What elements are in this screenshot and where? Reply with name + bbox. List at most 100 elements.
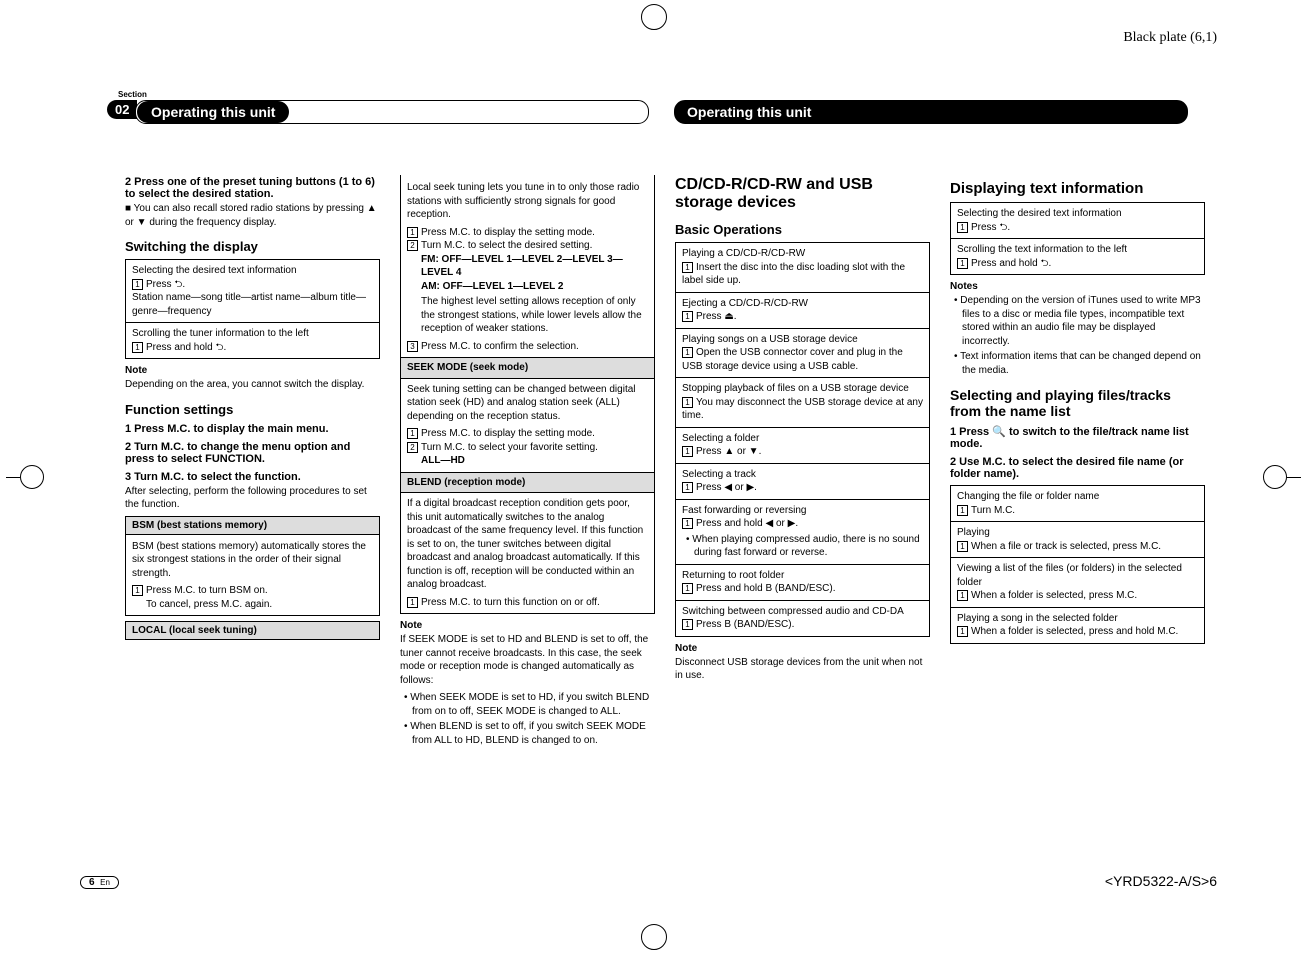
box-line: 1Press ⮌.	[957, 221, 1198, 235]
op-step: 1Press and hold ◀ or ▶.	[682, 517, 923, 531]
nl-title: Playing a song in the selected folder	[957, 612, 1198, 626]
nl-title: Playing	[957, 526, 1198, 540]
sp-step2: 2 Use M.C. to select the desired file na…	[950, 456, 1205, 480]
bsm-para: BSM (best stations memory) automatically…	[132, 540, 373, 581]
nl-step: 1Turn M.C.	[957, 504, 1198, 518]
op-step: 1Press ⏏.	[682, 310, 923, 324]
notes-bullet2: • Text information items that can be cha…	[950, 350, 1205, 377]
box-line: 1Press ⮌.	[132, 278, 373, 292]
page-footer: 6 En	[80, 876, 119, 889]
chapter-title-left: Operating this unit	[137, 101, 289, 123]
box-line: Selecting the desired text information	[132, 264, 373, 278]
note-bullet2: • When BLEND is set to off, if you switc…	[400, 720, 655, 747]
notes-bullet1: • Depending on the version of iTunes use…	[950, 294, 1205, 348]
chapter-bar-left: Operating this unit	[135, 100, 649, 124]
box-line: Scrolling the tuner information to the l…	[132, 327, 373, 341]
bsm-step2: To cancel, press M.C. again.	[132, 598, 373, 612]
op-title: Selecting a folder	[682, 432, 923, 446]
nl-step: 1When a file or track is selected, press…	[957, 540, 1198, 554]
local-fm: FM: OFF—LEVEL 1—LEVEL 2—LEVEL 3—LEVEL 4	[407, 253, 648, 280]
note-heading: Note	[675, 643, 930, 654]
bsm-box: BSM (best stations memory) automatically…	[125, 534, 380, 617]
switching-display-heading: Switching the display	[125, 239, 380, 254]
nl-step: 1When a folder is selected, press M.C.	[957, 589, 1198, 603]
displaying-text-heading: Displaying text information	[950, 180, 1205, 197]
op-bullet: • When playing compressed audio, there i…	[682, 533, 923, 560]
fs-step2: 2 Turn M.C. to change the menu option an…	[125, 441, 380, 465]
note-heading: Note	[125, 365, 380, 376]
step-2-preset: 2 Press one of the preset tuning buttons…	[125, 176, 380, 200]
basic-ops-heading: Basic Operations	[675, 222, 930, 237]
op-step: 1Press ◀ or ▶.	[682, 481, 923, 495]
fs-step1: 1 Press M.C. to display the main menu.	[125, 423, 380, 435]
chapter-title-right: Operating this unit	[687, 104, 811, 120]
bsm-header: BSM (best stations memory)	[125, 516, 380, 535]
selecting-playing-heading: Selecting and playing files/tracks from …	[950, 387, 1205, 419]
fs-step3: 3 Turn M.C. to select the function.	[125, 471, 380, 483]
column-2: Local seek tuning lets you tune in to on…	[400, 170, 655, 749]
page-number: 6	[89, 877, 95, 888]
column-1: 2 Press one of the preset tuning buttons…	[125, 170, 380, 749]
seek-opt: ALL—HD	[407, 454, 648, 468]
section-label: Section	[118, 90, 147, 99]
name-list-box: Changing the file or folder name 1Turn M…	[950, 485, 1205, 644]
blackplate-label: Black plate (6,1)	[1123, 30, 1217, 46]
op-title: Fast forwarding or reversing	[682, 504, 923, 518]
local-para: Local seek tuning lets you tune in to on…	[407, 181, 648, 222]
op-step: 1Press and hold B (BAND/ESC).	[682, 582, 923, 596]
op-step: 1Press ▲ or ▼.	[682, 445, 923, 459]
notes-heading: Notes	[950, 281, 1205, 292]
op-title: Ejecting a CD/CD-R/CD-RW	[682, 297, 923, 311]
bsm-step1: 1Press M.C. to turn BSM on.	[132, 584, 373, 598]
section-number: 02	[107, 100, 137, 119]
local-step1: 1Press M.C. to display the setting mode.	[407, 226, 648, 240]
page-lang: En	[100, 878, 110, 887]
switching-display-box: Selecting the desired text information 1…	[125, 259, 380, 359]
nl-title: Changing the file or folder name	[957, 490, 1198, 504]
blend-para: If a digital broadcast reception conditi…	[407, 497, 648, 592]
crop-mark-left	[6, 465, 44, 489]
box-line: 1Press and hold ⮌.	[957, 257, 1198, 271]
basic-ops-box: Playing a CD/CD-R/CD-RW 1Insert the disc…	[675, 242, 930, 637]
local-box: Local seek tuning lets you tune in to on…	[400, 175, 655, 614]
note-para1: If SEEK MODE is set to HD and BLEND is s…	[400, 633, 655, 687]
nl-step: 1When a folder is selected, press and ho…	[957, 625, 1198, 639]
op-step: 1Open the USB connector cover and plug i…	[682, 346, 923, 373]
seek-step2: 2Turn M.C. to select your favorite setti…	[407, 441, 648, 455]
local-am: AM: OFF—LEVEL 1—LEVEL 2	[407, 280, 648, 294]
seek-para: Seek tuning setting can be changed betwe…	[407, 383, 648, 424]
note-text: Depending on the area, you cannot switch…	[125, 378, 380, 392]
chapter-bar-right: Operating this unit	[674, 100, 1188, 124]
op-title: Returning to root folder	[682, 569, 923, 583]
nl-title: Viewing a list of the files (or folders)…	[957, 562, 1198, 589]
sp-step1: 1 Press 🔍 to switch to the file/track na…	[950, 425, 1205, 450]
step-2-note: ■ You can also recall stored radio stati…	[125, 202, 380, 229]
op-step: 1Press B (BAND/ESC).	[682, 618, 923, 632]
column-4: Displaying text information Selecting th…	[950, 170, 1205, 749]
cd-usb-heading: CD/CD-R/CD-RW and USB storage devices	[675, 176, 930, 212]
note-text: Disconnect USB storage devices from the …	[675, 656, 930, 683]
op-title: Switching between compressed audio and C…	[682, 605, 923, 619]
box-line: Selecting the desired text information	[957, 207, 1198, 221]
op-title: Stopping playback of files on a USB stor…	[682, 382, 923, 396]
op-title: Selecting a track	[682, 468, 923, 482]
displaying-text-box: Selecting the desired text information 1…	[950, 202, 1205, 275]
local-header: LOCAL (local seek tuning)	[125, 621, 380, 640]
fs-step3-para: After selecting, perform the following p…	[125, 485, 380, 512]
note-bullet1: • When SEEK MODE is set to HD, if you sw…	[400, 691, 655, 718]
seek-step1: 1Press M.C. to display the setting mode.	[407, 427, 648, 441]
blend-step1: 1Press M.C. to turn this function on or …	[407, 596, 648, 610]
blend-header: BLEND (reception mode)	[401, 472, 654, 494]
crop-mark-top	[641, 4, 667, 30]
seekmode-header: SEEK MODE (seek mode)	[401, 357, 654, 379]
crop-mark-bottom	[641, 924, 667, 950]
crop-mark-right	[1263, 465, 1301, 489]
op-title: Playing songs on a USB storage device	[682, 333, 923, 347]
note-heading: Note	[400, 620, 655, 631]
function-settings-heading: Function settings	[125, 402, 380, 417]
doc-code: <YRD5322-A/S>6	[1105, 873, 1217, 889]
box-line: Scrolling the text information to the le…	[957, 243, 1198, 257]
local-step3: 3Press M.C. to confirm the selection.	[407, 340, 648, 354]
local-step2: 2Turn M.C. to select the desired setting…	[407, 239, 648, 253]
box-line: Station name—song title—artist name—albu…	[132, 291, 373, 318]
